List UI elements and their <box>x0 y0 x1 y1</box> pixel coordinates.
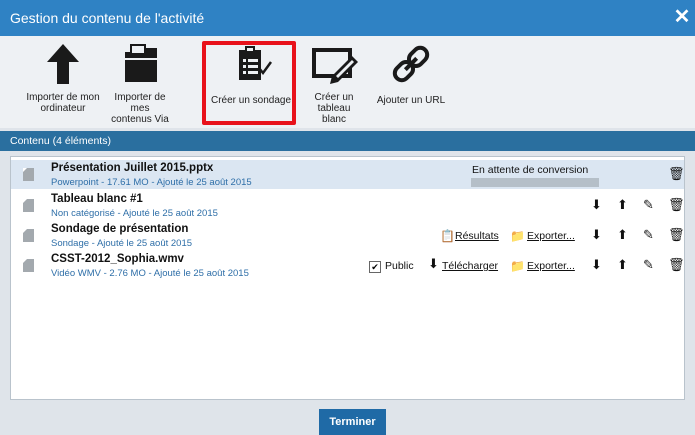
item-title: Sondage de présentation <box>51 223 189 235</box>
move-down-icon[interactable]: ⬇ <box>591 229 602 243</box>
export-folder-icon: 📁 <box>510 229 525 243</box>
content-header: Contenu (4 éléments) <box>0 131 695 151</box>
item-meta: Vidéo WMV - 2.76 MO - Ajouté le 25 août … <box>51 268 249 279</box>
whiteboard-icon <box>312 48 358 84</box>
highlight-frame <box>202 41 296 125</box>
upload-arrow-icon <box>47 44 79 84</box>
export-link[interactable]: Exporter... <box>527 230 575 242</box>
item-title: Présentation Juillet 2015.pptx <box>51 162 214 174</box>
list-item[interactable]: Présentation Juillet 2015.pptx Powerpoin… <box>11 160 685 189</box>
content-header-label: Contenu (4 éléments) <box>10 135 111 147</box>
move-down-icon[interactable]: ⬇ <box>591 199 602 213</box>
move-up-icon[interactable]: ⬆ <box>617 259 628 273</box>
list-item[interactable]: CSST-2012_Sophia.wmv Vidéo WMV - 2.76 MO… <box>11 251 685 280</box>
download-arrow-icon: ⬇ <box>428 257 439 272</box>
move-up-icon[interactable]: ⬆ <box>617 229 628 243</box>
document-icon <box>23 229 34 242</box>
create-whiteboard-button[interactable]: Créer un tableau blanc <box>298 42 370 125</box>
link-icon <box>392 45 430 83</box>
document-icon <box>23 168 34 181</box>
conversion-status: En attente de conversion <box>472 164 589 176</box>
trash-icon[interactable]: 🗑 <box>668 229 685 243</box>
item-title: Tableau blanc #1 <box>51 193 143 205</box>
list-item[interactable]: Sondage de présentation Sondage - Ajouté… <box>11 221 685 250</box>
dialog-title: Gestion du contenu de l'activité <box>10 10 205 26</box>
item-meta: Powerpoint - 17.61 MO - Ajouté le 25 aoû… <box>51 177 252 188</box>
item-meta: Non catégorisé - Ajouté le 25 août 2015 <box>51 208 218 219</box>
item-meta: Sondage - Ajouté le 25 août 2015 <box>51 238 193 249</box>
edit-pencil-icon[interactable]: ✎ <box>643 259 654 273</box>
import-computer-button[interactable]: Importer de mon ordinateur <box>22 42 104 114</box>
download-link[interactable]: Télécharger <box>442 260 498 272</box>
edit-pencil-icon[interactable]: ✎ <box>643 199 654 213</box>
list-item[interactable]: Tableau blanc #1 Non catégorisé - Ajouté… <box>11 191 685 220</box>
conversion-progress-bar <box>471 178 599 187</box>
create-whiteboard-label-1: Créer un tableau <box>314 92 354 114</box>
export-link[interactable]: Exporter... <box>527 260 575 272</box>
dialog-titlebar: Gestion du contenu de l'activité ✕ <box>0 0 695 36</box>
finish-button[interactable]: Terminer <box>319 409 386 435</box>
import-computer-label-2: ordinateur <box>40 103 86 114</box>
document-icon <box>23 199 34 212</box>
folder-icon <box>125 44 157 82</box>
import-via-label-2: contenus Via <box>111 114 169 125</box>
public-checkbox[interactable]: ✔ <box>369 261 381 273</box>
add-url-button[interactable]: Ajouter un URL <box>376 42 446 106</box>
close-icon[interactable]: ✕ <box>671 6 693 28</box>
document-icon <box>23 259 34 272</box>
trash-icon[interactable]: 🗑 <box>668 168 685 182</box>
move-up-icon[interactable]: ⬆ <box>617 199 628 213</box>
edit-pencil-icon[interactable]: ✎ <box>643 229 654 243</box>
trash-icon[interactable]: 🗑 <box>668 199 685 213</box>
import-computer-label-1: Importer de mon <box>26 92 100 103</box>
create-whiteboard-label-2: blanc <box>322 114 346 125</box>
export-folder-icon: 📁 <box>510 259 525 273</box>
results-clipboard-icon: 📋 <box>440 229 455 243</box>
import-via-button[interactable]: Importer de mes contenus Via <box>104 42 176 125</box>
move-down-icon[interactable]: ⬇ <box>591 259 602 273</box>
content-list: Présentation Juillet 2015.pptx Powerpoin… <box>10 156 685 400</box>
results-link[interactable]: Résultats <box>455 230 499 242</box>
trash-icon[interactable]: 🗑 <box>668 259 685 273</box>
import-via-label-1: Importer de mes <box>114 92 166 114</box>
item-title: CSST-2012_Sophia.wmv <box>51 253 184 265</box>
public-label: Public <box>385 260 414 272</box>
toolbar: Importer de mon ordinateur Importer de m… <box>0 36 695 128</box>
add-url-label: Ajouter un URL <box>376 95 446 106</box>
